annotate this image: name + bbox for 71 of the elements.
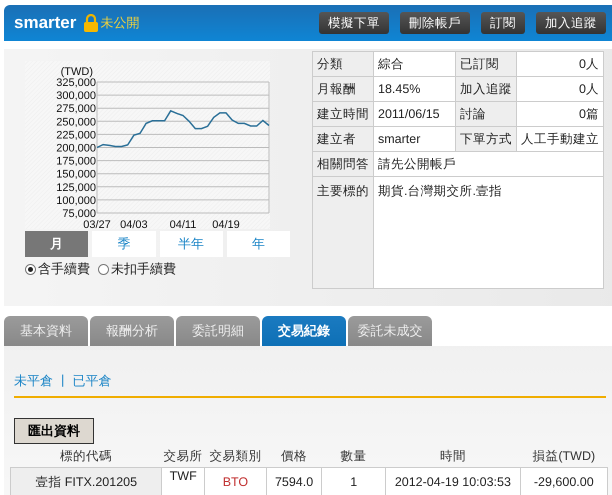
- x-axis-label: 04/19: [212, 219, 240, 229]
- column-header: 數量: [322, 445, 386, 468]
- section-tab[interactable]: 委託明細: [176, 316, 260, 346]
- y-axis-label: 200,000: [56, 142, 96, 154]
- field-label: 分類: [312, 52, 374, 76]
- export-button[interactable]: 匯出資料: [14, 418, 94, 444]
- section-tab[interactable]: 委託未成交: [348, 316, 432, 346]
- table-cell: -29,600.00: [520, 468, 608, 495]
- x-axis-label: 04/11: [170, 219, 196, 229]
- field-value: 0人: [516, 76, 604, 102]
- field-label: 已訂閱: [456, 52, 516, 76]
- section-tab[interactable]: 基本資料: [4, 316, 88, 346]
- field-label: 下單方式: [456, 126, 516, 152]
- y-axis-label: 275,000: [56, 103, 96, 116]
- field-label: 月報酬: [312, 76, 374, 102]
- link-separator: |: [61, 372, 64, 389]
- table-cell: 壹指 FITX.201205: [10, 468, 162, 495]
- section-tab[interactable]: 交易紀錄: [262, 316, 346, 346]
- column-header: 交易所: [162, 445, 205, 468]
- y-axis-label: 250,000: [56, 116, 96, 128]
- field-label: 建立者: [312, 126, 374, 152]
- table-cell: 1: [322, 468, 386, 495]
- column-header: 損益(TWD): [520, 445, 608, 468]
- x-axis-label: 04/03: [120, 219, 148, 229]
- radio-label: 含手續費: [38, 260, 90, 278]
- field-label: 相關問答: [312, 152, 374, 176]
- column-header: 時間: [386, 445, 520, 468]
- radio-button[interactable]: [25, 264, 36, 274]
- field-label: 主要標的: [312, 176, 374, 288]
- radio-label: 未扣手續費: [111, 260, 176, 278]
- filter-link[interactable]: 未平倉: [14, 372, 53, 390]
- field-value: 請先公開帳戶: [374, 152, 604, 176]
- y-axis-label: 325,000: [56, 77, 96, 89]
- table-cell: 2012-04-19 10:03:53: [386, 468, 520, 495]
- column-header: 標的代碼: [10, 445, 162, 468]
- header-button[interactable]: 訂閱: [481, 12, 525, 34]
- header-button[interactable]: 模擬下單: [319, 12, 389, 34]
- y-axis-label: 175,000: [56, 156, 96, 168]
- section-tab[interactable]: 報酬分析: [90, 316, 174, 346]
- period-tab[interactable]: 半年: [160, 231, 223, 257]
- period-tab[interactable]: 季: [92, 231, 156, 257]
- field-label: 討論: [456, 102, 516, 126]
- table-cell: TWF: [162, 468, 205, 495]
- y-axis-label: 300,000: [56, 90, 96, 102]
- y-axis-label: 225,000: [56, 129, 96, 142]
- field-value: 0人: [516, 52, 604, 76]
- period-tab[interactable]: 月: [25, 231, 88, 257]
- axis-unit: (TWD): [60, 66, 93, 78]
- field-label: 建立時間: [312, 102, 374, 126]
- header-button[interactable]: 刪除帳戶: [400, 12, 470, 34]
- lock-icon: [84, 14, 98, 32]
- radio-button[interactable]: [98, 264, 109, 274]
- account-title: smarter: [14, 13, 76, 33]
- field-value: 綜合: [374, 52, 456, 76]
- y-axis-label: 125,000: [56, 182, 96, 194]
- x-axis-label: 03/27: [83, 219, 111, 229]
- privacy-status: 未公開: [100, 14, 140, 32]
- y-axis-label: 150,000: [56, 168, 96, 181]
- period-tab[interactable]: 年: [226, 231, 290, 257]
- field-value: 0篇: [516, 102, 604, 126]
- field-value: 期貨.台灣期交所.壹指: [374, 176, 604, 288]
- table-cell: BTO: [204, 468, 266, 495]
- header-button[interactable]: 加入追蹤: [536, 12, 606, 34]
- column-header: 價格: [266, 445, 322, 468]
- table-cell: 7594.0: [266, 468, 322, 495]
- field-label: 加入追蹤: [456, 76, 516, 102]
- column-header: 交易類別: [204, 445, 266, 468]
- filter-link[interactable]: 已平倉: [72, 372, 112, 390]
- y-axis-label: 75,000: [62, 208, 96, 220]
- y-axis-label: 100,000: [56, 194, 96, 207]
- field-value: 人工手動建立: [516, 126, 604, 152]
